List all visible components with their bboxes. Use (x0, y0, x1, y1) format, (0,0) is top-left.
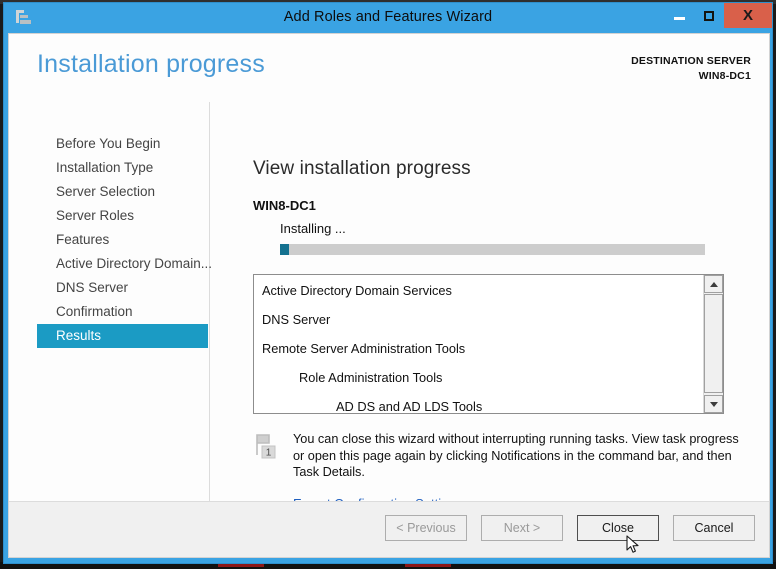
notice-text: You can close this wizard without interr… (293, 432, 739, 479)
installed-features-list: Active Directory Domain Services DNS Ser… (254, 275, 702, 414)
wizard-footer: < Previous Next > Close Cancel (9, 501, 769, 557)
close-window-button[interactable]: X (724, 3, 772, 28)
sidebar-item-server-roles[interactable]: Server Roles (9, 204, 209, 228)
content-heading: View installation progress (253, 158, 471, 179)
scroll-down-icon[interactable] (704, 395, 723, 413)
installed-features-listbox[interactable]: Active Directory Domain Services DNS Ser… (253, 274, 724, 414)
wizard-window: Add Roles and Features Wizard X Installa… (3, 2, 773, 564)
title-bar[interactable]: Add Roles and Features Wizard X (4, 3, 772, 33)
notification-flag-icon: 1 (254, 433, 280, 461)
sidebar-item-active-directory-domain[interactable]: Active Directory Domain... (9, 252, 212, 276)
footer-button-row: < Previous Next > Close Cancel (385, 515, 755, 541)
sidebar-item-installation-type[interactable]: Installation Type (9, 156, 209, 180)
listbox-scrollbar[interactable] (703, 275, 723, 413)
page-body: Before You Begin Installation Type Serve… (9, 102, 769, 514)
install-progress-bar (280, 244, 705, 255)
list-item: DNS Server (262, 312, 331, 327)
window-title: Add Roles and Features Wizard (283, 9, 493, 25)
scrollbar-thumb[interactable] (704, 294, 723, 393)
close-button[interactable]: Close (577, 515, 659, 541)
list-item: Role Administration Tools (299, 370, 443, 385)
sidebar-item-server-selection[interactable]: Server Selection (9, 180, 209, 204)
sidebar-item-dns-server[interactable]: DNS Server (9, 276, 209, 300)
next-button[interactable]: Next > (481, 515, 563, 541)
sidebar-item-features[interactable]: Features (9, 228, 209, 252)
window-controls: X (664, 3, 772, 31)
list-item: Active Directory Domain Services (262, 283, 452, 298)
page-title: Installation progress (37, 50, 265, 78)
sidebar-item-results[interactable]: Results (37, 324, 208, 348)
list-item: AD DS and AD LDS Tools (336, 399, 483, 414)
destination-server-name: WIN8-DC1 (698, 70, 751, 82)
main-content: View installation progress WIN8-DC1 Inst… (253, 102, 751, 513)
target-server-name: WIN8-DC1 (253, 198, 316, 213)
taskbar-item[interactable] (218, 564, 264, 567)
sidebar-divider (209, 102, 210, 514)
install-progress-fill (280, 244, 289, 255)
window-client-area: Installation progress DESTINATION SERVER… (8, 33, 770, 558)
destination-server-label: DESTINATION SERVER (631, 55, 751, 67)
minimize-button[interactable] (664, 3, 694, 29)
sidebar-item-confirmation[interactable]: Confirmation (9, 300, 209, 324)
sidebar-item-before-you-begin[interactable]: Before You Begin (9, 132, 209, 156)
maximize-button[interactable] (694, 3, 724, 29)
page-header: Installation progress DESTINATION SERVER… (9, 34, 769, 102)
destination-server-block: DESTINATION SERVER WIN8-DC1 (631, 54, 751, 84)
previous-button[interactable]: < Previous (385, 515, 467, 541)
wizard-nav-sidebar: Before You Begin Installation Type Serve… (9, 132, 212, 348)
install-status-text: Installing ... (280, 221, 346, 236)
list-item: Remote Server Administration Tools (262, 341, 466, 356)
scroll-up-icon[interactable] (704, 275, 723, 293)
svg-text:1: 1 (266, 448, 272, 459)
taskbar-item[interactable] (405, 564, 451, 567)
cancel-button[interactable]: Cancel (673, 515, 755, 541)
